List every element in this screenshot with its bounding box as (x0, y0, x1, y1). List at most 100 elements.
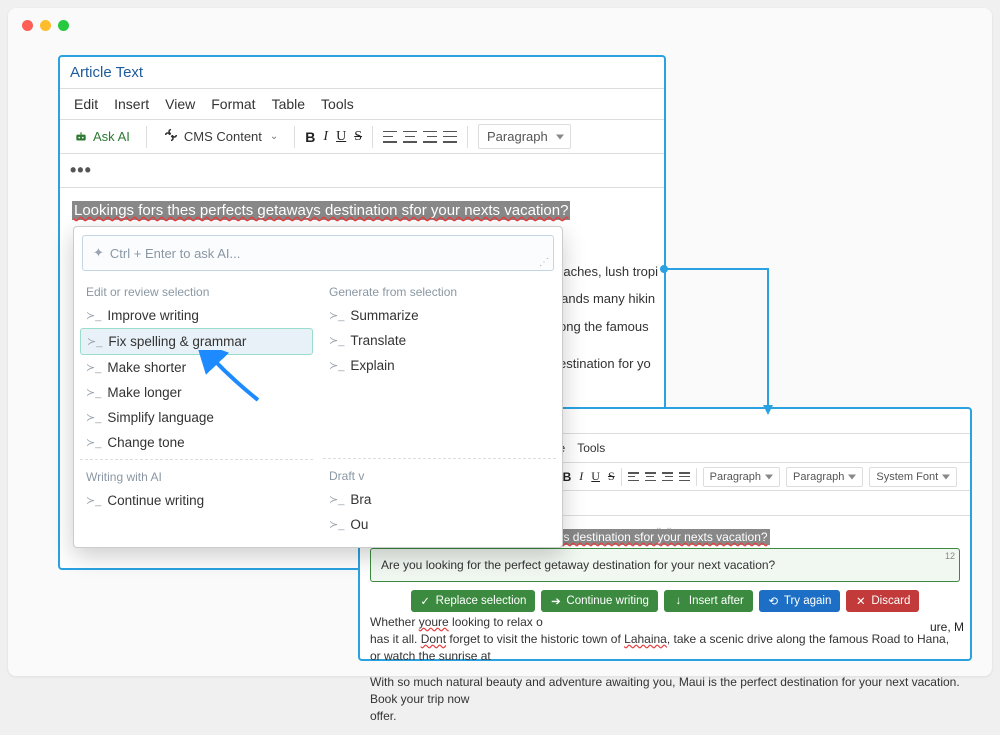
discard-button[interactable]: ✕Discard (846, 590, 919, 612)
paragraph-select-2[interactable]: Paragraph (786, 467, 863, 487)
window-controls (22, 20, 69, 31)
menu-translate[interactable]: ≻_Translate (323, 328, 556, 353)
menu-draft-item[interactable]: ≻_Ou (323, 512, 556, 537)
editor-body[interactable]: ⌄⌄ Lookings fors thes perfects getaways … (360, 516, 970, 735)
align-group (628, 472, 690, 481)
body-paragraph: With so much natural beauty and adventur… (370, 674, 960, 724)
bot-icon (74, 130, 88, 144)
menu-draft-item[interactable]: ≻_Bra (323, 487, 556, 512)
popup-heading: Draft v (323, 463, 556, 487)
separator (294, 126, 295, 148)
maximize-window[interactable] (58, 20, 69, 31)
italic-button[interactable]: I (323, 129, 328, 145)
strike-button[interactable]: S (354, 129, 362, 145)
format-group: B I U S (563, 469, 615, 484)
menu-edit[interactable]: Edit (74, 96, 98, 112)
menu-tools[interactable]: Tools (321, 96, 354, 112)
menu-make-longer[interactable]: ≻_Make longer (80, 380, 313, 405)
browser-window: Article Text Edit Insert View Format Tab… (8, 8, 992, 676)
align-left-button[interactable] (628, 472, 639, 481)
separator (696, 468, 697, 486)
minimize-window[interactable] (40, 20, 51, 31)
menubar: Edit Insert View Format Table Tools (60, 89, 664, 120)
menu-continue-writing[interactable]: ≻_Continue writing (80, 488, 313, 513)
separator (467, 126, 468, 148)
menu-improve-writing[interactable]: ≻_Improve writing (80, 303, 313, 328)
menu-table[interactable]: Table (272, 96, 305, 112)
bold-button[interactable]: B (305, 129, 315, 145)
menu-fix-spelling[interactable]: ≻_Fix spelling & grammar (80, 328, 313, 355)
strike-button[interactable]: S (608, 469, 615, 484)
insert-after-button[interactable]: ↓Insert after (664, 590, 753, 612)
underline-button[interactable]: U (591, 469, 600, 484)
prompt-icon: ≻_ (86, 386, 101, 399)
align-center-button[interactable] (403, 131, 417, 143)
align-justify-button[interactable] (443, 131, 457, 143)
selected-text[interactable]: Lookings fors thes perfects getaways des… (72, 201, 570, 220)
refresh-icon: ⟲ (768, 596, 779, 607)
popup-col-edit: Edit or review selection ≻_Improve writi… (80, 279, 313, 537)
resize-handle[interactable]: ⋰ (539, 257, 549, 268)
ai-prompt-input[interactable]: ✦ Ctrl + Enter to ask AI... ⋰ (82, 235, 554, 271)
align-right-button[interactable] (662, 472, 673, 481)
menu-insert[interactable]: Insert (114, 96, 149, 112)
align-justify-button[interactable] (679, 472, 690, 481)
bold-button[interactable]: B (563, 470, 572, 484)
body-paragraph: Whether youre looking to relax o has it … (370, 614, 960, 664)
toolbar-overflow[interactable]: ••• (60, 154, 664, 188)
align-right-button[interactable] (423, 131, 437, 143)
prompt-icon: ≻_ (86, 494, 101, 507)
underline-button[interactable]: U (336, 129, 346, 145)
prompt-icon: ≻_ (329, 518, 344, 531)
prompt-icon: ≻_ (329, 359, 344, 372)
replace-selection-button[interactable]: ✓Replace selection (411, 590, 536, 612)
prompt-icon: ≻_ (86, 436, 101, 449)
popup-col-generate: Generate from selection ≻_Summarize ≻_Tr… (323, 279, 556, 537)
italic-button[interactable]: I (579, 469, 583, 484)
ai-popup: ✦ Ctrl + Enter to ask AI... ⋰ Edit or re… (73, 226, 563, 548)
body-fragment: ure, M (930, 620, 964, 634)
align-center-button[interactable] (645, 472, 656, 481)
arrow-right-icon: ➔ (550, 596, 561, 607)
separator (146, 126, 147, 148)
menu-view[interactable]: View (165, 96, 195, 112)
continue-writing-button[interactable]: ➔Continue writing (541, 590, 657, 612)
menu-tools[interactable]: Tools (577, 441, 605, 455)
popup-heading: Edit or review selection (80, 279, 313, 303)
prompt-icon: ≻_ (86, 309, 101, 322)
prompt-icon: ≻_ (329, 309, 344, 322)
separator (621, 468, 622, 486)
align-left-button[interactable] (383, 131, 397, 143)
cms-content-button[interactable]: CMS Content ⌄ (157, 124, 284, 149)
paragraph-select[interactable]: Paragraph (478, 124, 571, 149)
close-window[interactable] (22, 20, 33, 31)
prompt-icon: ≻_ (329, 334, 344, 347)
font-select[interactable]: System Font (869, 467, 957, 487)
separator (372, 126, 373, 148)
prompt-icon: ≻_ (87, 335, 102, 348)
align-group (383, 131, 457, 143)
menu-summarize[interactable]: ≻_Summarize (323, 303, 556, 328)
menu-make-shorter[interactable]: ≻_Make shorter (80, 355, 313, 380)
menu-explain[interactable]: ≻_Explain (323, 353, 556, 378)
chevron-down-icon: ⌄ (270, 131, 278, 142)
prompt-icon: ≻_ (86, 411, 101, 424)
popup-heading: Writing with AI (80, 464, 313, 488)
ask-ai-button[interactable]: Ask AI (68, 126, 136, 147)
action-row: ✓Replace selection ➔Continue writing ↓In… (370, 590, 960, 612)
menu-format[interactable]: Format (211, 96, 255, 112)
paragraph-select[interactable]: Paragraph (703, 467, 780, 487)
menu-simplify[interactable]: ≻_Simplify language (80, 405, 313, 430)
sparkle-icon: ✦ (93, 245, 104, 261)
check-icon: ✓ (420, 596, 431, 607)
result-version: 12 (945, 551, 955, 561)
close-icon: ✕ (855, 596, 866, 607)
toolbar: Ask AI CMS Content ⌄ B I U S (60, 120, 664, 154)
popup-heading: Generate from selection (323, 279, 556, 303)
format-group: B I U S (305, 129, 362, 145)
ai-result-text: Are you looking for the perfect getaway … (381, 558, 775, 572)
arrow-down-icon: ↓ (673, 596, 684, 607)
menu-change-tone[interactable]: ≻_Change tone (80, 430, 313, 455)
try-again-button[interactable]: ⟲Try again (759, 590, 841, 612)
panel-title: Article Text (60, 57, 664, 89)
